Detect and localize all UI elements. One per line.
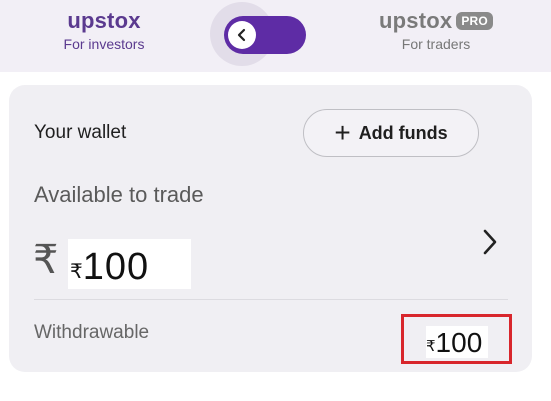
withdrawable-label: Withdrawable bbox=[34, 322, 150, 343]
rupee-currency-icon: ₹ bbox=[33, 237, 59, 283]
investors-tagline: For investors bbox=[63, 36, 145, 52]
chevron-left-icon bbox=[237, 28, 246, 42]
app-switcher-header: upstox For investors upstox PRO For trad… bbox=[0, 0, 551, 72]
available-amount-box: ₹ 100 bbox=[68, 239, 191, 289]
traders-tagline: For traders bbox=[401, 36, 471, 52]
chevron-right-icon[interactable] bbox=[479, 227, 501, 257]
upstox-logo: upstox bbox=[67, 8, 141, 33]
upstox-investors-brand[interactable]: upstox For investors bbox=[34, 8, 174, 52]
amount-rupee-symbol: ₹ bbox=[70, 259, 83, 283]
plus-icon: + bbox=[334, 117, 351, 148]
pro-badge: PRO bbox=[456, 12, 493, 30]
available-balance: ₹ ₹ 100 bbox=[31, 235, 511, 289]
wallet-title: Your wallet bbox=[34, 122, 127, 143]
wallet-card: Your wallet + Add funds Available to tra… bbox=[9, 85, 532, 372]
available-to-trade-label: Available to trade bbox=[34, 182, 204, 207]
available-amount: 100 bbox=[82, 246, 150, 288]
withdrawable-amount: 100 bbox=[435, 327, 483, 358]
divider bbox=[34, 299, 508, 300]
withdrawable-amount-box: ₹ 100 bbox=[426, 326, 488, 358]
withdrawable-rupee-symbol: ₹ bbox=[426, 337, 436, 355]
add-funds-label: Add funds bbox=[358, 122, 448, 143]
add-funds-button[interactable]: + Add funds bbox=[303, 109, 479, 157]
toggle-knob[interactable] bbox=[228, 21, 256, 49]
withdrawable-highlight-box: ₹ 100 bbox=[401, 314, 512, 364]
upstox-pro-traders-brand[interactable]: upstox PRO For traders bbox=[366, 8, 506, 52]
upstox-pro-logo: upstox PRO bbox=[379, 8, 493, 34]
